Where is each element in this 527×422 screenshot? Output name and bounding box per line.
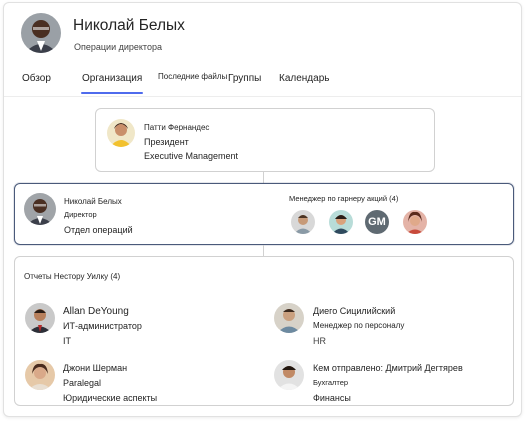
direct-reports-card: Отчеты Нестору Уилку (4) Allan DeYoung И…: [14, 256, 514, 406]
report-avatar-1[interactable]: [25, 303, 55, 333]
report-department-2: HR: [313, 336, 326, 346]
profile-name: Николай Белых: [73, 17, 185, 34]
report-department-3: Юридические аспекты: [63, 393, 158, 403]
current-person-card[interactable]: Николай Белых Директор Отдел операций Ме…: [14, 183, 514, 245]
report-name-1[interactable]: Allan DeYoung: [63, 306, 129, 317]
tab-overview[interactable]: Обзор: [22, 73, 51, 84]
report-name-4[interactable]: Кем отправлено: Дмитрий Дегтярев: [313, 363, 463, 373]
report-department-1: IT: [63, 336, 71, 346]
manager-name[interactable]: Патти Фернандес: [144, 123, 209, 132]
current-title: Директор: [64, 210, 97, 219]
report-department-4: Финансы: [313, 393, 351, 403]
report-avatar-4[interactable]: [274, 360, 304, 390]
manager-card[interactable]: Патти Фернандес Президент Executive Mana…: [95, 108, 435, 172]
peer-avatar-1[interactable]: [291, 210, 315, 234]
current-avatar: [24, 193, 56, 225]
tab-organization[interactable]: Организация: [80, 73, 144, 94]
peer-avatar-initials[interactable]: GM: [365, 210, 389, 234]
profile-header: Николай Белых Операции директора: [4, 3, 521, 65]
profile-subtitle: Операции директора: [74, 42, 162, 52]
report-title-2: Менеджер по персоналу: [313, 321, 405, 330]
report-avatar-2[interactable]: [274, 303, 304, 333]
manager-department: Executive Management: [144, 151, 239, 161]
profile-card: Николай Белых Операции директора Обзор О…: [3, 2, 522, 417]
report-title-4: Бухгалтер: [313, 378, 349, 387]
tab-bar: Обзор Организация Последние файлы Группы…: [4, 67, 521, 97]
report-avatar-3[interactable]: [25, 360, 55, 390]
report-name-2[interactable]: Диего Сицилийский: [313, 306, 395, 316]
manager-avatar: [107, 119, 135, 147]
manager-title: Президент: [144, 137, 189, 147]
peer-avatar-2[interactable]: [329, 210, 353, 234]
current-name[interactable]: Николай Белых: [64, 197, 122, 206]
tab-recent-files[interactable]: Последние файлы: [158, 72, 227, 81]
reports-heading: Отчеты Нестору Уилку (4): [24, 272, 121, 281]
tab-groups[interactable]: Группы: [228, 73, 261, 84]
peers-heading: Менеджер по гарнеру акций (4): [289, 194, 399, 203]
report-name-3[interactable]: Джони Шерман: [63, 363, 127, 373]
report-title-1: ИТ-администратор: [63, 321, 142, 331]
current-department: Отдел операций: [64, 225, 133, 235]
profile-avatar[interactable]: [21, 13, 61, 53]
peer-avatar-4[interactable]: [403, 210, 427, 234]
tab-calendar[interactable]: Календарь: [279, 73, 329, 84]
report-title-3: Paralegal: [63, 378, 102, 388]
